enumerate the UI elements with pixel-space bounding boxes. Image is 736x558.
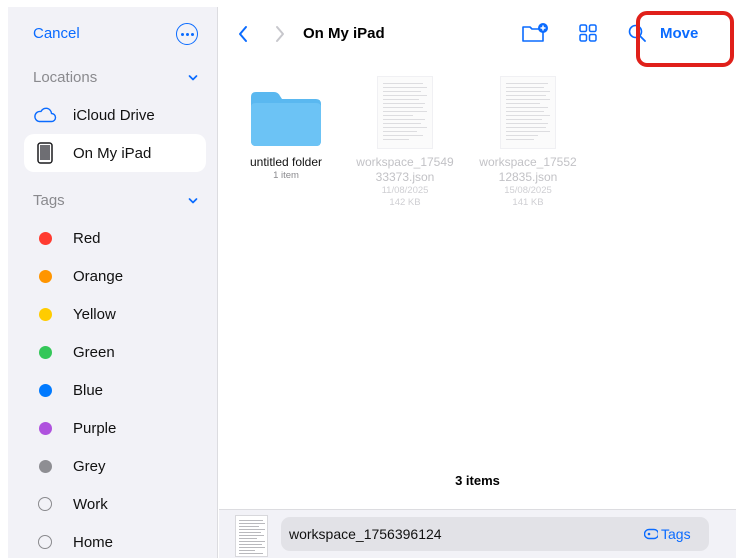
file-name-line1: workspace_17549	[356, 155, 454, 169]
folder-icon	[231, 69, 341, 149]
tag-label: Red	[73, 229, 101, 247]
cloud-icon	[33, 107, 57, 123]
tags-header[interactable]: Tags	[33, 192, 65, 209]
sidebar-tag-green[interactable]: Green	[24, 333, 206, 371]
tags-button[interactable]: Tags	[644, 526, 691, 542]
ellipsis-circle-icon[interactable]	[176, 23, 198, 45]
file-name-line2: 33373.json	[375, 170, 435, 184]
chevron-down-icon[interactable]	[188, 196, 198, 206]
tag-label: Green	[73, 343, 115, 361]
tag-label: Grey	[73, 457, 106, 475]
new-folder-icon[interactable]	[521, 22, 549, 44]
search-icon[interactable]	[628, 24, 646, 42]
sidebar-tag-work[interactable]: Work	[24, 485, 206, 523]
blue-tag-dot-icon	[38, 383, 52, 397]
file-browser: On My iPad Move untitled folder 1 item w…	[219, 7, 736, 558]
tag-label: Orange	[73, 267, 124, 285]
file-name-line1: workspace_17552	[479, 155, 577, 169]
sidebar-tag-blue[interactable]: Blue	[24, 371, 206, 409]
sidebar-tag-red[interactable]: Red	[24, 219, 206, 257]
item-count: 3 items	[455, 473, 500, 488]
file-date: 15/08/2025	[504, 185, 552, 196]
empty-tag-circle-icon	[38, 535, 52, 549]
file-date: 11/08/2025	[381, 185, 429, 196]
chevron-right-icon[interactable]	[274, 25, 286, 43]
file-meta: 1 item	[273, 170, 299, 181]
sidebar-tag-orange[interactable]: Orange	[24, 257, 206, 295]
file-item-json[interactable]: workspace_17549 33373.json 11/08/2025 14…	[350, 69, 460, 209]
file-size: 142 KB	[389, 197, 421, 208]
sidebar-tag-grey[interactable]: Grey	[24, 447, 206, 485]
move-button[interactable]: Move	[660, 25, 698, 42]
cancel-button[interactable]: Cancel	[33, 25, 80, 42]
sidebar-tag-purple[interactable]: Purple	[24, 409, 206, 447]
sidebar-tag-home[interactable]: Home	[24, 523, 206, 558]
grey-tag-dot-icon	[38, 459, 52, 473]
empty-tag-circle-icon	[38, 497, 52, 511]
file-item-json[interactable]: workspace_17552 12835.json 15/08/2025 14…	[473, 69, 583, 209]
sidebar-tag-yellow[interactable]: Yellow	[24, 295, 206, 333]
yellow-tag-dot-icon	[38, 307, 52, 321]
document-thumbnail-icon	[377, 76, 433, 149]
sidebar-item-on-my-ipad[interactable]: On My iPad	[24, 134, 206, 172]
sidebar-header: Cancel	[8, 7, 218, 59]
sidebar-item-label: On My iPad	[73, 144, 152, 162]
red-tag-dot-icon	[38, 231, 52, 245]
page-title: On My iPad	[303, 25, 385, 42]
tag-label: Blue	[73, 381, 104, 399]
ipad-icon	[33, 142, 57, 164]
folder-item-untitled-folder[interactable]: untitled folder 1 item	[231, 69, 341, 182]
sidebar: Cancel Locations iCloud Drive On My iPad…	[8, 7, 218, 558]
file-name: untitled folder	[249, 155, 323, 169]
sidebar-item-icloud-drive[interactable]: iCloud Drive	[24, 96, 206, 134]
locations-header[interactable]: Locations	[33, 69, 97, 86]
chevron-left-icon[interactable]	[237, 25, 249, 43]
tag-icon	[644, 528, 658, 540]
document-thumbnail-icon	[235, 515, 268, 557]
tag-label: Work	[73, 495, 108, 513]
tag-label: Purple	[73, 419, 117, 437]
file-name-line2: 12835.json	[498, 170, 558, 184]
tag-label: Yellow	[73, 305, 116, 323]
tags-button-label: Tags	[661, 526, 691, 542]
tag-label: Home	[73, 533, 114, 551]
orange-tag-dot-icon	[38, 269, 52, 283]
save-bar: Tags	[219, 509, 736, 558]
file-size: 141 KB	[512, 197, 544, 208]
grid-view-icon[interactable]	[579, 24, 597, 42]
sidebar-item-label: iCloud Drive	[73, 106, 155, 124]
purple-tag-dot-icon	[38, 421, 52, 435]
files-picker: Cancel Locations iCloud Drive On My iPad…	[8, 7, 736, 558]
document-thumbnail-icon	[500, 76, 556, 149]
green-tag-dot-icon	[38, 345, 52, 359]
chevron-down-icon[interactable]	[188, 73, 198, 83]
